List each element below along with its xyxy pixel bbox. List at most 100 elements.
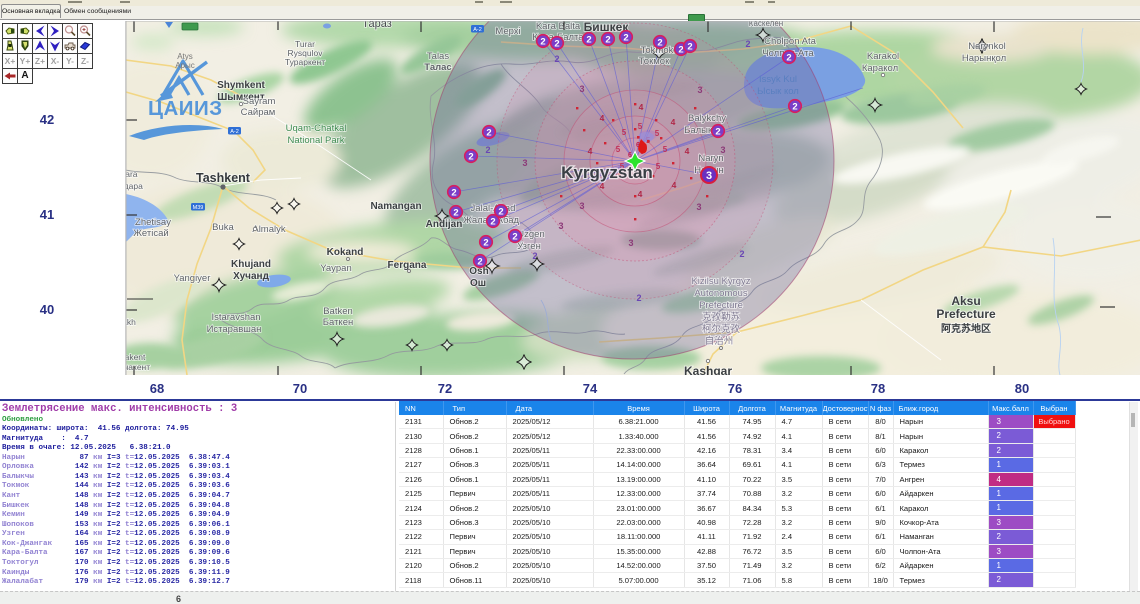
svg-text:2: 2 (715, 126, 720, 137)
svg-text:Andijan: Andijan (426, 219, 463, 230)
svg-text:Yaypan: Yaypan (320, 263, 352, 274)
svg-text:2: 2 (468, 151, 473, 162)
svg-text:чакент: чакент (125, 362, 150, 372)
svg-text:Istaravshan: Istaravshan (211, 312, 260, 323)
svg-text:5: 5 (616, 145, 621, 154)
svg-text:Баткен: Баткен (323, 317, 353, 328)
svg-text:Jalal-Abad: Jalal-Abad (471, 203, 516, 214)
svg-text:3: 3 (697, 85, 702, 95)
svg-text:Almalyk: Almalyk (252, 224, 286, 235)
svg-text:Aksu: Aksu (951, 294, 980, 308)
svg-text:Cholpon Ata: Cholpon Ata (764, 36, 816, 47)
svg-text:Balykchy: Balykchy (688, 113, 726, 124)
svg-text:Узген: Узген (517, 241, 541, 252)
svg-text:Сайрам: Сайрам (241, 107, 276, 118)
svg-text:3: 3 (579, 201, 584, 211)
svg-text:4: 4 (639, 102, 644, 112)
svg-text:A-2: A-2 (230, 129, 239, 135)
svg-text:Yangiyer: Yangiyer (174, 273, 211, 284)
svg-text:3: 3 (558, 221, 563, 231)
svg-text:克孜勒苏: 克孜勒苏 (702, 311, 741, 323)
svg-text:Narynkol: Narynkol (968, 41, 1006, 52)
svg-text:5: 5 (638, 122, 643, 131)
svg-text:3: 3 (706, 170, 712, 182)
svg-text:Жетісай: Жетісай (133, 228, 168, 239)
svg-text:Batken: Batken (323, 306, 353, 317)
svg-text:自治州: 自治州 (705, 335, 734, 347)
svg-text:Shymkent: Shymkent (217, 80, 265, 91)
svg-text:Истаравшан: Истаравшан (207, 324, 262, 335)
svg-text:A-2: A-2 (473, 27, 482, 33)
svg-text:2: 2 (483, 237, 488, 248)
svg-text:2: 2 (605, 34, 610, 45)
svg-text:Issyk Kul: Issyk Kul (759, 74, 797, 85)
svg-text:3: 3 (579, 84, 584, 94)
svg-text:3: 3 (628, 238, 633, 248)
svg-text:4: 4 (588, 146, 593, 156)
svg-text:Нарынқол: Нарынқол (962, 53, 1006, 64)
svg-text:Kokand: Kokand (327, 247, 364, 258)
svg-text:2: 2 (512, 231, 517, 242)
svg-text:Арыс: Арыс (175, 61, 195, 70)
svg-text:4: 4 (638, 189, 643, 199)
svg-text:Мерхі: Мерхі (495, 26, 520, 37)
svg-text:Tashkent: Tashkent (196, 171, 251, 185)
svg-text:National Park: National Park (287, 135, 344, 146)
svg-text:2: 2 (490, 216, 495, 227)
svg-text:Uqam-Chatkal: Uqam-Chatkal (286, 123, 347, 134)
svg-text:3: 3 (696, 202, 701, 212)
svg-text:5: 5 (656, 162, 661, 171)
svg-text:Atys: Atys (177, 52, 193, 61)
svg-text:3: 3 (522, 158, 527, 168)
svg-text:4: 4 (685, 146, 690, 156)
svg-text:dara: dara (125, 169, 138, 179)
svg-text:Prefecture: Prefecture (936, 307, 996, 321)
svg-text:Ысык кол: Ысык кол (757, 86, 799, 97)
svg-text:4: 4 (672, 180, 677, 190)
svg-text:M39: M39 (193, 205, 204, 211)
svg-text:阿克苏地区: 阿克苏地区 (941, 322, 991, 335)
svg-text:4: 4 (600, 113, 605, 123)
svg-text:2: 2 (485, 145, 490, 155)
svg-text:2: 2 (792, 101, 797, 112)
svg-text:Kyrgyzstan: Kyrgyzstan (561, 163, 653, 182)
svg-text:Khujand: Khujand (231, 259, 271, 270)
svg-text:Prefecture: Prefecture (699, 300, 743, 311)
svg-text:4: 4 (671, 117, 676, 127)
svg-text:2: 2 (540, 36, 545, 47)
svg-text:akh: akh (125, 317, 136, 327)
svg-text:2: 2 (554, 38, 559, 49)
svg-text:Kara Balta: Kara Balta (536, 21, 581, 32)
svg-text:Ош: Ош (470, 278, 486, 289)
svg-text:akent: akent (125, 352, 146, 362)
svg-text:5: 5 (655, 129, 660, 138)
svg-text:Каскелен: Каскелен (749, 21, 783, 28)
svg-text:2: 2 (554, 54, 559, 64)
svg-text:Sayram: Sayram (243, 96, 276, 107)
svg-text:Naryn: Naryn (698, 153, 723, 164)
svg-text:5: 5 (622, 128, 627, 137)
svg-text:2: 2 (786, 52, 791, 63)
svg-text:Zhetisay: Zhetisay (135, 217, 171, 228)
svg-text:Тураркент: Тураркент (285, 57, 325, 67)
svg-text:2: 2 (477, 256, 482, 267)
svg-text:2: 2 (453, 207, 458, 218)
svg-text:Талас: Талас (424, 62, 451, 73)
svg-text:2: 2 (586, 34, 591, 45)
svg-text:2: 2 (657, 37, 662, 48)
svg-text:2: 2 (623, 32, 628, 43)
svg-text:2: 2 (678, 44, 683, 55)
svg-text:4: 4 (600, 181, 605, 191)
svg-text:Токмок: Токмок (639, 56, 670, 67)
svg-text:2: 2 (739, 249, 744, 259)
svg-text:2: 2 (687, 41, 692, 52)
svg-text:Talas: Talas (427, 51, 449, 62)
svg-text:Buka: Buka (212, 222, 234, 233)
svg-text:Каракол: Каракол (862, 63, 898, 74)
svg-text:Karakol: Karakol (867, 51, 899, 62)
svg-text:2: 2 (486, 127, 491, 138)
svg-text:Kizilsu Kyrgyz: Kizilsu Kyrgyz (691, 276, 750, 287)
svg-text:2: 2 (636, 293, 641, 303)
svg-text:Тараз: Тараз (362, 21, 392, 30)
svg-text:рдара: рдара (125, 181, 143, 191)
